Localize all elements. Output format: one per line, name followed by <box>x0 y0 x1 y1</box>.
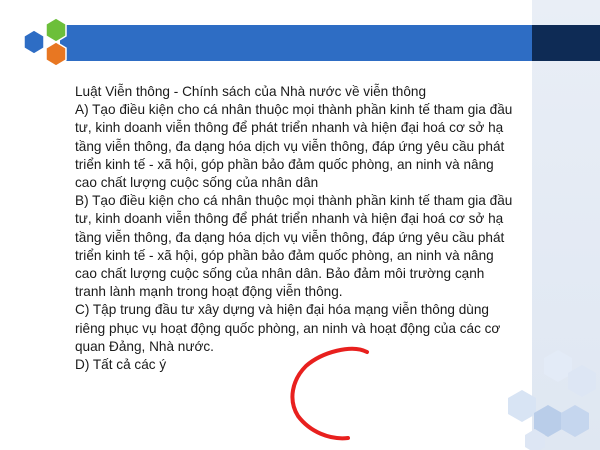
hex-green-icon <box>45 17 67 43</box>
slide: Luật Viễn thông - Chính sách của Nhà nướ… <box>0 0 600 450</box>
hexagon-pattern-icon <box>508 350 596 450</box>
header-bar <box>60 25 532 61</box>
slide-title: Luật Viễn thông - Chính sách của Nhà nướ… <box>75 84 427 99</box>
option-b: B) Tạo điều kiện cho cá nhân thuộc mọi t… <box>75 193 513 300</box>
slide-content: Luật Viễn thông - Chính sách của Nhà nướ… <box>75 83 515 374</box>
hex-blue-icon <box>23 29 45 55</box>
option-d: D) Tất cả các ý <box>75 357 167 373</box>
hexagon-cluster-icon <box>23 17 67 67</box>
option-c: C) Tập trung đầu tư xây dựng và hiện đại… <box>75 302 501 354</box>
hex-orange-icon <box>45 41 67 67</box>
header-bar-accent <box>532 25 600 61</box>
option-a: A) Tạo điều kiện cho cá nhân thuộc mọi t… <box>75 102 513 191</box>
